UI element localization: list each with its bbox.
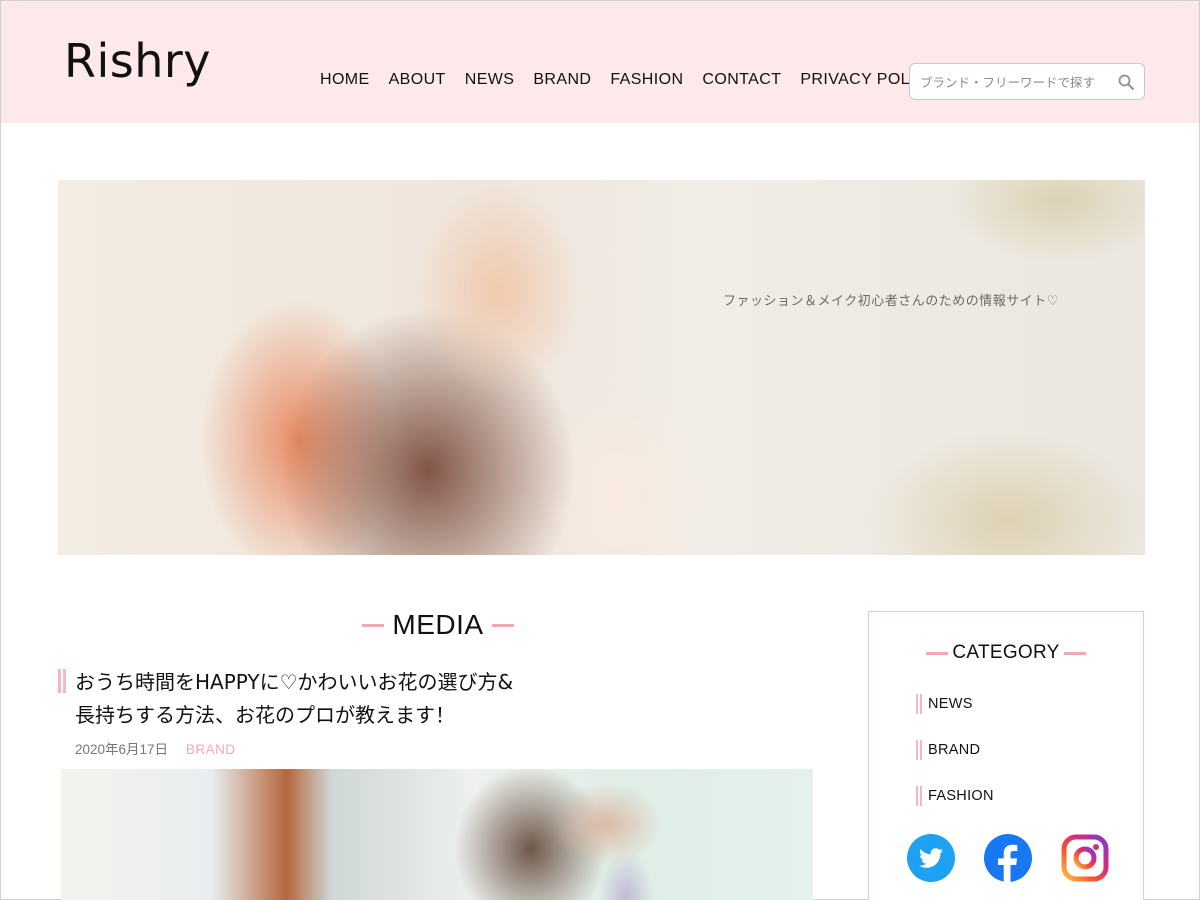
category-label: NEWS — [928, 696, 973, 712]
category-accent-bars — [916, 694, 924, 714]
media-section-title: MEDIA — [58, 605, 818, 645]
sidebar: CATEGORY NEWS BRAND FASHION — [868, 611, 1144, 900]
category-heading: CATEGORY — [869, 642, 1143, 664]
category-item-fashion[interactable]: FASHION — [916, 786, 994, 832]
nav-home[interactable]: HOME — [320, 71, 370, 89]
category-accent-bars — [916, 740, 924, 760]
nav-about[interactable]: ABOUT — [389, 71, 446, 89]
category-accent-bars — [916, 786, 924, 806]
main-nav: HOME ABOUT NEWS BRAND FASHION CONTACT PR… — [320, 71, 938, 89]
twitter-icon[interactable] — [907, 834, 955, 882]
nav-contact[interactable]: CONTACT — [702, 71, 781, 89]
post-meta: 2020年6月17日 BRAND — [75, 738, 236, 758]
section-title-text: MEDIA — [392, 609, 484, 640]
search-icon[interactable] — [1117, 73, 1135, 91]
post-category-link[interactable]: BRAND — [186, 742, 236, 757]
nav-fashion[interactable]: FASHION — [610, 71, 683, 89]
post-thumbnail[interactable] — [61, 769, 813, 900]
hero-tagline: ファッション＆メイク初心者さんのための情報サイト♡ — [723, 294, 1059, 309]
search-input[interactable] — [920, 72, 1110, 92]
category-label: FASHION — [928, 788, 994, 804]
title-dash-left — [362, 623, 385, 627]
title-dash-right — [491, 623, 514, 627]
category-item-news[interactable]: NEWS — [916, 694, 994, 740]
title-dash-left — [926, 651, 949, 655]
nav-brand[interactable]: BRAND — [533, 71, 591, 89]
site-header: Rishry HOME ABOUT NEWS BRAND FASHION CON… — [1, 1, 1199, 123]
hero-banner: ファッション＆メイク初心者さんのための情報サイト♡ — [58, 180, 1145, 555]
social-links — [907, 834, 1109, 882]
post-title[interactable]: おうち時間をHAPPYに♡かわいいお花の選び方& 長持ちする方法、お花のプロが教… — [58, 666, 618, 732]
category-heading-text: CATEGORY — [952, 642, 1060, 663]
category-list: NEWS BRAND FASHION — [916, 694, 994, 832]
instagram-icon[interactable] — [1061, 834, 1109, 882]
search-box — [909, 63, 1145, 100]
category-item-brand[interactable]: BRAND — [916, 740, 994, 786]
post-title-line-1: おうち時間をHAPPYに♡かわいいお花の選び方& — [75, 670, 514, 694]
title-accent-bars — [58, 669, 66, 693]
nav-news[interactable]: NEWS — [465, 71, 515, 89]
post-title-line-2: 長持ちする方法、お花のプロが教えます！ — [75, 703, 455, 727]
post-date: 2020年6月17日 — [75, 742, 169, 757]
site-logo[interactable]: Rishry — [64, 31, 211, 91]
title-dash-right — [1063, 651, 1086, 655]
category-label: BRAND — [928, 742, 981, 758]
facebook-icon[interactable] — [984, 834, 1032, 882]
